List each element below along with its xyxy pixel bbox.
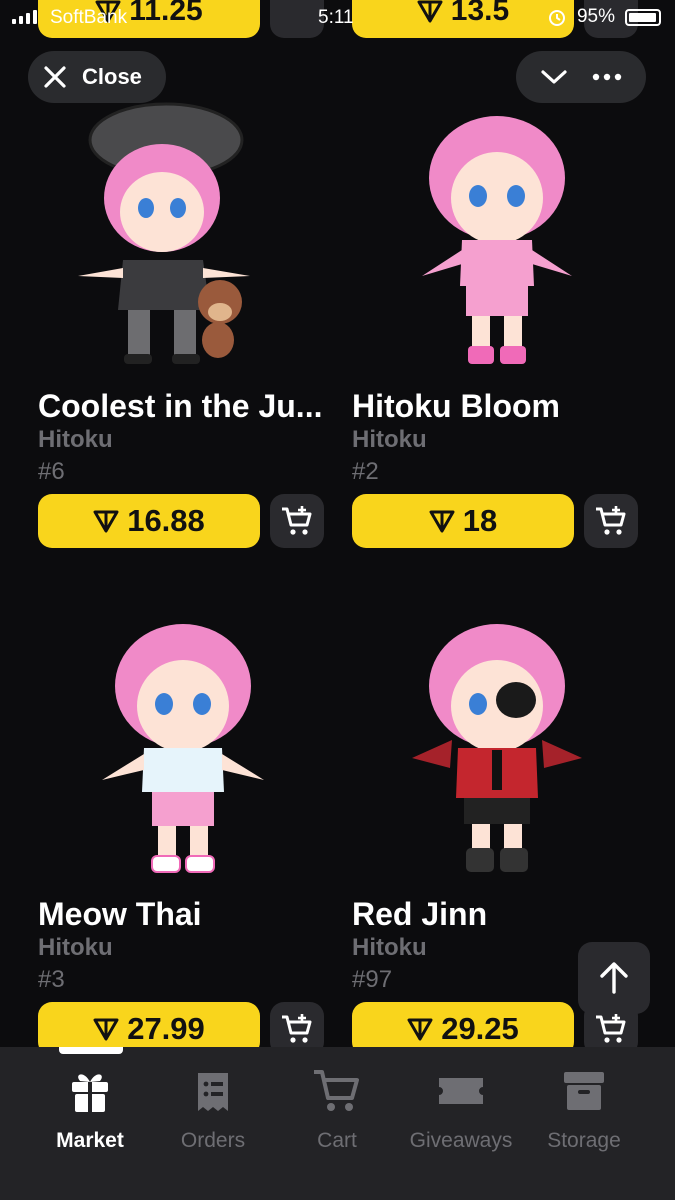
- ton-icon: [93, 510, 119, 533]
- chevron-down-icon[interactable]: [539, 67, 569, 87]
- more-options-icon[interactable]: [591, 72, 623, 82]
- tab-orders[interactable]: Orders: [148, 1063, 278, 1153]
- ticket-icon: [439, 1078, 483, 1104]
- alarm-icon: [548, 10, 565, 26]
- cart-add-icon: [596, 1014, 626, 1043]
- archive-box-icon: [564, 1072, 604, 1110]
- tab-giveaways[interactable]: Giveaways: [396, 1063, 526, 1153]
- item-number: #97: [352, 966, 393, 993]
- item-number: #6: [38, 458, 65, 485]
- receipt-icon: [198, 1073, 228, 1111]
- item-number: #3: [38, 966, 65, 993]
- add-to-cart-button[interactable]: [584, 494, 638, 548]
- arrow-up-icon: [600, 962, 628, 994]
- active-tab-indicator: [59, 1047, 123, 1054]
- tab-label: Orders: [180, 1129, 246, 1152]
- cart-add-icon: [282, 1014, 312, 1043]
- price-value: 16.88: [127, 503, 205, 538]
- close-button[interactable]: Close: [28, 51, 166, 103]
- item-collection: Hitoku: [38, 426, 113, 453]
- item-name: Red Jinn: [352, 896, 488, 932]
- tab-label: Storage: [547, 1129, 621, 1152]
- ton-icon: [93, 1018, 119, 1041]
- tab-label: Cart: [317, 1129, 357, 1152]
- tab-market[interactable]: Market: [25, 1063, 155, 1153]
- character-image-red-jinn: [412, 624, 582, 872]
- tab-label: Giveaways: [409, 1129, 513, 1152]
- tab-cart[interactable]: Cart: [272, 1063, 402, 1153]
- character-image-white-shirt: [102, 624, 264, 873]
- item-name: Hitoku Bloom: [352, 388, 560, 424]
- item-name: Coolest in the Ju...: [38, 388, 323, 424]
- close-label: Close: [82, 64, 142, 89]
- item-name: Meow Thai: [38, 896, 202, 932]
- close-icon: [44, 66, 66, 88]
- item-collection: Hitoku: [38, 934, 113, 961]
- cart-add-icon: [596, 506, 626, 535]
- price-value: 29.25: [441, 1011, 519, 1046]
- price-value: 27.99: [127, 1011, 205, 1046]
- item-number: #2: [352, 458, 379, 485]
- ton-icon: [429, 510, 455, 533]
- tab-storage[interactable]: Storage: [519, 1063, 649, 1153]
- item-collection: Hitoku: [352, 934, 427, 961]
- signal-icon: [12, 10, 37, 24]
- price-value: 18: [462, 503, 498, 538]
- price-button[interactable]: 18: [352, 494, 574, 548]
- bottom-tab-bar: Market Orders Cart Giveaways Storage: [0, 1047, 675, 1200]
- cart-icon: [314, 1070, 359, 1111]
- tab-label: Market: [56, 1129, 124, 1152]
- character-image-pink-outfit: [422, 116, 572, 364]
- price-button[interactable]: 16.88: [38, 494, 260, 548]
- carrier-name: SoftBank: [50, 7, 128, 28]
- scroll-to-top-button[interactable]: [578, 942, 650, 1014]
- gift-icon: [72, 1074, 108, 1112]
- cart-add-icon: [282, 506, 312, 535]
- battery-icon: [625, 8, 661, 26]
- character-image-beret-girl: [78, 102, 250, 364]
- battery-percent: 95%: [576, 6, 615, 27]
- clock: 5:11: [318, 7, 354, 28]
- header-actions: [516, 51, 646, 103]
- status-bar: SoftBank 5:11 95%: [0, 0, 675, 36]
- add-to-cart-button[interactable]: [270, 494, 324, 548]
- ton-icon: [407, 1018, 433, 1041]
- item-collection: Hitoku: [352, 426, 427, 453]
